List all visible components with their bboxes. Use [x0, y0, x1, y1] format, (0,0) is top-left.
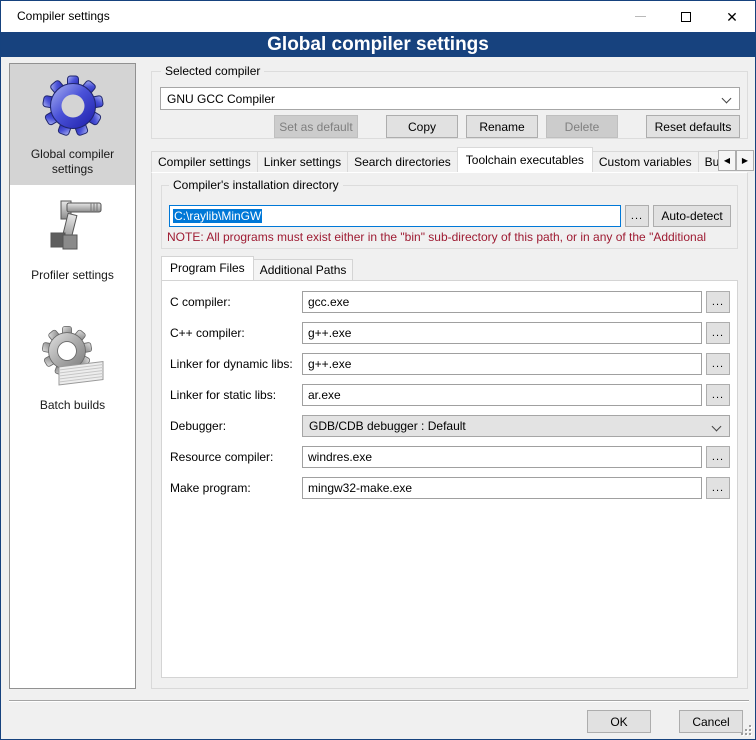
sidebar-spacer [10, 291, 135, 315]
selected-compiler-value: GNU GCC Compiler [167, 92, 275, 106]
linker-dynamic-input[interactable] [302, 353, 702, 375]
field-label: C compiler: [170, 291, 231, 313]
make-program-browse-button[interactable]: ... [706, 477, 730, 499]
reset-defaults-button[interactable]: Reset defaults [646, 115, 740, 138]
ok-button[interactable]: OK [587, 710, 651, 733]
footer-divider [9, 700, 749, 702]
chevron-down-icon [712, 422, 722, 432]
resource-compiler-browse-button[interactable]: ... [706, 446, 730, 468]
tab-scroll-left-button[interactable]: ◀ [718, 150, 736, 171]
delete-button: Delete [546, 115, 618, 138]
field-row-make-program: Make program: ... [162, 477, 737, 499]
page-title: Global compiler settings [1, 32, 755, 57]
debugger-value: GDB/CDB debugger : Default [309, 419, 466, 433]
installation-note: NOTE: All programs must exist either in … [167, 230, 739, 244]
field-row-resource-compiler: Resource compiler: ... [162, 446, 737, 468]
program-files-panel: C compiler: ... C++ compiler: ... Linker… [161, 280, 738, 678]
auto-detect-button[interactable]: Auto-detect [653, 205, 731, 227]
tab-search-directories[interactable]: Search directories [347, 151, 458, 172]
sidebar-item-batch-builds[interactable]: Batch builds [10, 315, 135, 421]
make-program-input[interactable] [302, 477, 702, 499]
close-button[interactable]: ✕ [709, 1, 755, 32]
field-label: Linker for dynamic libs: [170, 353, 293, 375]
field-row-cpp-compiler: C++ compiler: ... [162, 322, 737, 344]
field-row-debugger: Debugger: GDB/CDB debugger : Default [162, 415, 737, 437]
set-as-default-button: Set as default [274, 115, 358, 138]
gear-stack-icon [41, 325, 105, 389]
field-label: Linker for static libs: [170, 384, 276, 406]
tab-toolchain-executables[interactable]: Toolchain executables [457, 147, 593, 172]
subtab-program-files[interactable]: Program Files [161, 256, 254, 280]
field-row-c-compiler: C compiler: ... [162, 291, 737, 313]
browse-directory-button[interactable]: ... [625, 205, 649, 227]
maximize-icon [681, 12, 691, 22]
sidebar-item-label: Global compiler settings [12, 147, 133, 177]
minimize-button [617, 1, 663, 32]
subtab-additional-paths[interactable]: Additional Paths [253, 259, 354, 280]
cpp-compiler-input[interactable] [302, 322, 702, 344]
toolchain-fields: C compiler: ... C++ compiler: ... Linker… [162, 291, 737, 508]
gear-blue-icon [41, 74, 105, 138]
close-icon: ✕ [726, 10, 738, 24]
compiler-settings-dialog: Compiler settings ✕ Global compiler sett… [0, 0, 756, 740]
sidebar-item-global-compiler-settings[interactable]: Global compiler settings [10, 64, 135, 185]
settings-sidebar: Global compiler settings Profile [9, 63, 136, 689]
tab-custom-variables[interactable]: Custom variables [592, 151, 699, 172]
linker-dynamic-browse-button[interactable]: ... [706, 353, 730, 375]
field-label: Make program: [170, 477, 251, 499]
copy-button[interactable]: Copy [386, 115, 458, 138]
selected-compiler-dropdown[interactable]: GNU GCC Compiler [160, 87, 740, 110]
field-row-linker-static: Linker for static libs: ... [162, 384, 737, 406]
maximize-button[interactable] [663, 1, 709, 32]
debugger-dropdown[interactable]: GDB/CDB debugger : Default [302, 415, 730, 437]
installation-directory-input[interactable]: C:\raylib\MinGW [169, 205, 621, 227]
arrow-right-icon: ▶ [742, 156, 748, 165]
sidebar-item-label: Batch builds [12, 398, 133, 413]
caliper-icon [41, 195, 105, 259]
titlebar: Compiler settings ✕ [1, 1, 755, 32]
main-tabstrip: Compiler settings Linker settings Search… [151, 147, 718, 172]
sidebar-item-label: Profiler settings [12, 268, 133, 283]
minimize-icon [635, 16, 646, 17]
linker-static-browse-button[interactable]: ... [706, 384, 730, 406]
resize-grip-icon[interactable] [741, 725, 751, 735]
cancel-button[interactable]: Cancel [679, 710, 743, 733]
cpp-compiler-browse-button[interactable]: ... [706, 322, 730, 344]
sidebar-item-profiler-settings[interactable]: Profiler settings [10, 185, 135, 291]
window-title: Compiler settings [17, 1, 110, 32]
field-label: Debugger: [170, 415, 226, 437]
tab-linker-settings[interactable]: Linker settings [257, 151, 348, 172]
installation-directory-group-label: Compiler's installation directory [169, 178, 343, 192]
compiler-buttons-row: Set as default Copy Rename Delete Reset … [151, 115, 748, 138]
field-label: C++ compiler: [170, 322, 245, 344]
resource-compiler-input[interactable] [302, 446, 702, 468]
c-compiler-browse-button[interactable]: ... [706, 291, 730, 313]
selected-compiler-group-label: Selected compiler [161, 64, 264, 78]
field-label: Resource compiler: [170, 446, 273, 468]
rename-button[interactable]: Rename [466, 115, 538, 138]
field-row-linker-dynamic: Linker for dynamic libs: ... [162, 353, 737, 375]
linker-static-input[interactable] [302, 384, 702, 406]
tab-scroll-right-button[interactable]: ▶ [736, 150, 754, 171]
sub-tabstrip: Program Files Additional Paths [161, 256, 352, 280]
arrow-left-icon: ◀ [724, 156, 730, 165]
c-compiler-input[interactable] [302, 291, 702, 313]
installation-directory-selected-text: C:\raylib\MinGW [173, 209, 262, 223]
chevron-down-icon [722, 94, 732, 104]
tab-build-options[interactable]: Build [698, 151, 718, 172]
tab-compiler-settings[interactable]: Compiler settings [151, 151, 258, 172]
